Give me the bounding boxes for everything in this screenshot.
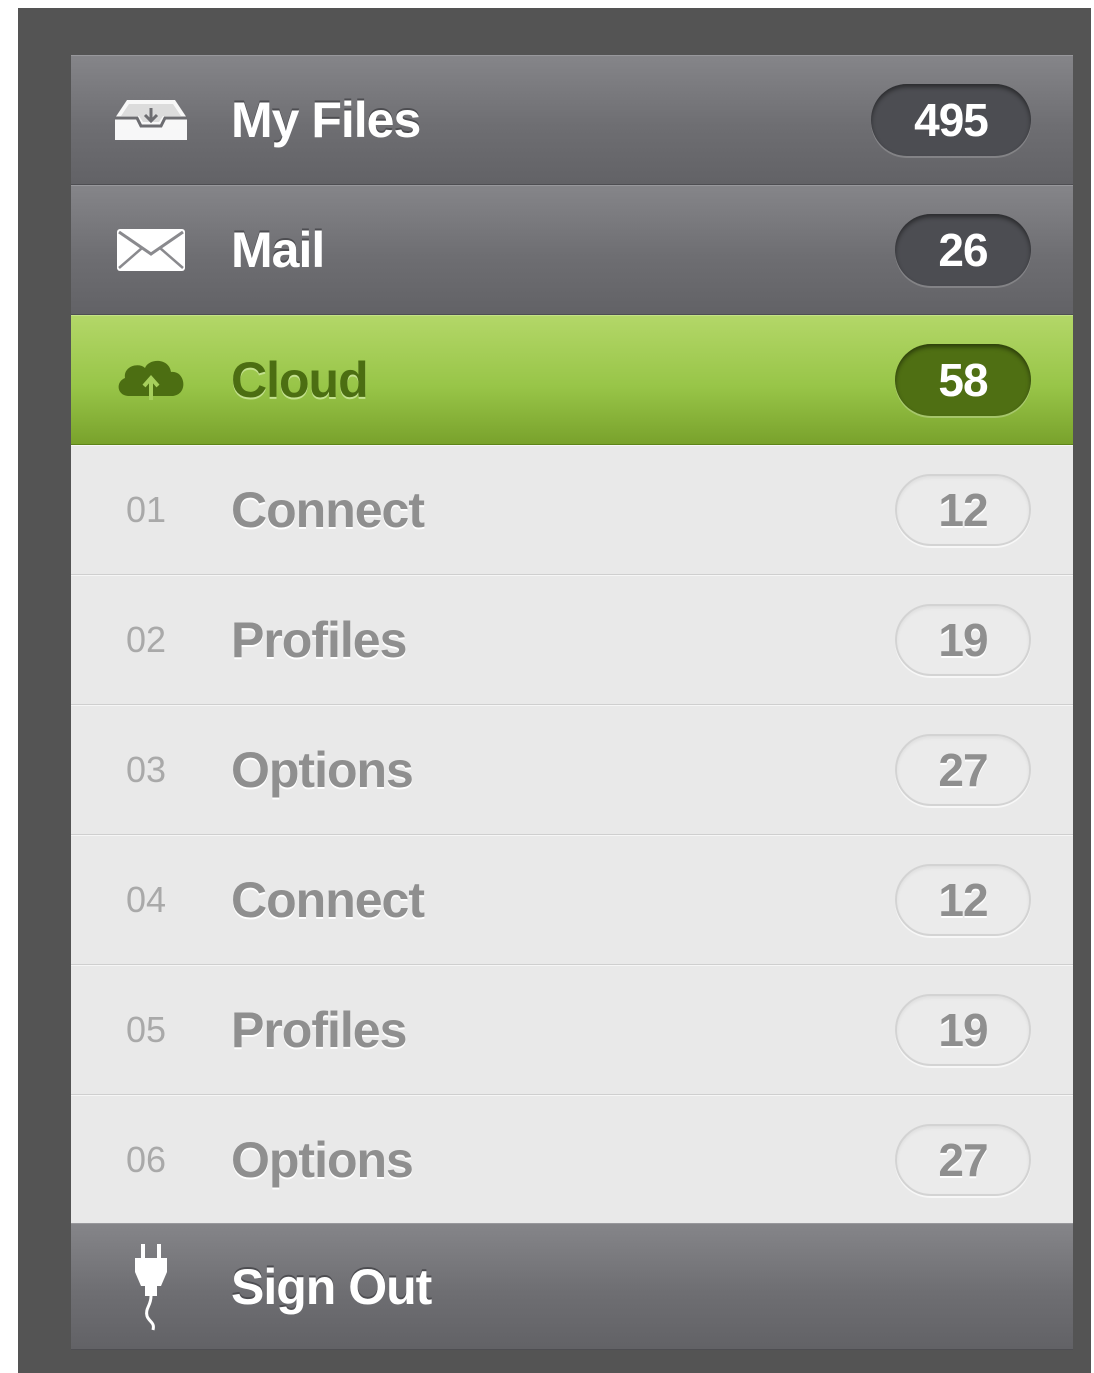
submenu-item-number: 01 (126, 489, 167, 530)
count-badge: 27 (895, 734, 1031, 806)
envelope-icon (111, 220, 191, 280)
submenu-item-number: 03 (126, 749, 167, 790)
count-badge: 12 (895, 864, 1031, 936)
submenu-item-label: Connect (231, 482, 425, 538)
count-badge: 12 (895, 474, 1031, 546)
submenu-item-number: 06 (126, 1139, 167, 1180)
submenu-item-label: Profiles (231, 612, 407, 668)
sign-out-label: Sign Out (231, 1258, 432, 1315)
count-badge: 19 (895, 604, 1031, 676)
count-badge: 19 (895, 994, 1031, 1066)
cloud-upload-icon (111, 350, 191, 410)
submenu-item[interactable]: 02 Profiles 19 (71, 575, 1073, 705)
submenu-item[interactable]: 05 Profiles 19 (71, 965, 1073, 1095)
menu-item-my-files[interactable]: My Files 495 (71, 55, 1073, 185)
inbox-tray-icon (111, 90, 191, 150)
submenu-item-number: 04 (126, 879, 167, 920)
submenu-item-label: Options (231, 742, 414, 798)
submenu-item-number: 05 (126, 1009, 167, 1050)
count-badge: 27 (895, 1124, 1031, 1196)
count-badge: 495 (871, 84, 1031, 156)
submenu-item-label: Options (231, 1132, 414, 1188)
submenu-item[interactable]: 03 Options 27 (71, 705, 1073, 835)
menu-item-mail[interactable]: Mail 26 (71, 185, 1073, 315)
submenu-item[interactable]: 01 Connect 12 (71, 445, 1073, 575)
sign-out-button[interactable]: Sign Out (71, 1223, 1073, 1350)
menu-item-label: Mail (231, 222, 325, 278)
submenu-item[interactable]: 04 Connect 12 (71, 835, 1073, 965)
submenu-item-label: Connect (231, 872, 425, 928)
menu-item-cloud[interactable]: Cloud 58 (71, 315, 1073, 445)
menu-item-label: Cloud (231, 352, 369, 408)
submenu-item-number: 02 (126, 619, 167, 660)
submenu-item[interactable]: 06 Options 27 (71, 1095, 1073, 1225)
power-plug-icon (111, 1243, 191, 1330)
menu-item-label: My Files (231, 92, 421, 148)
navigation-menu: My Files 495 Mail 26 Cloud 58 01 Connect… (71, 55, 1073, 1350)
submenu-item-label: Profiles (231, 1002, 407, 1058)
count-badge: 58 (895, 344, 1031, 416)
menu-frame: My Files 495 Mail 26 Cloud 58 01 Connect… (18, 8, 1091, 1373)
count-badge: 26 (895, 214, 1031, 286)
